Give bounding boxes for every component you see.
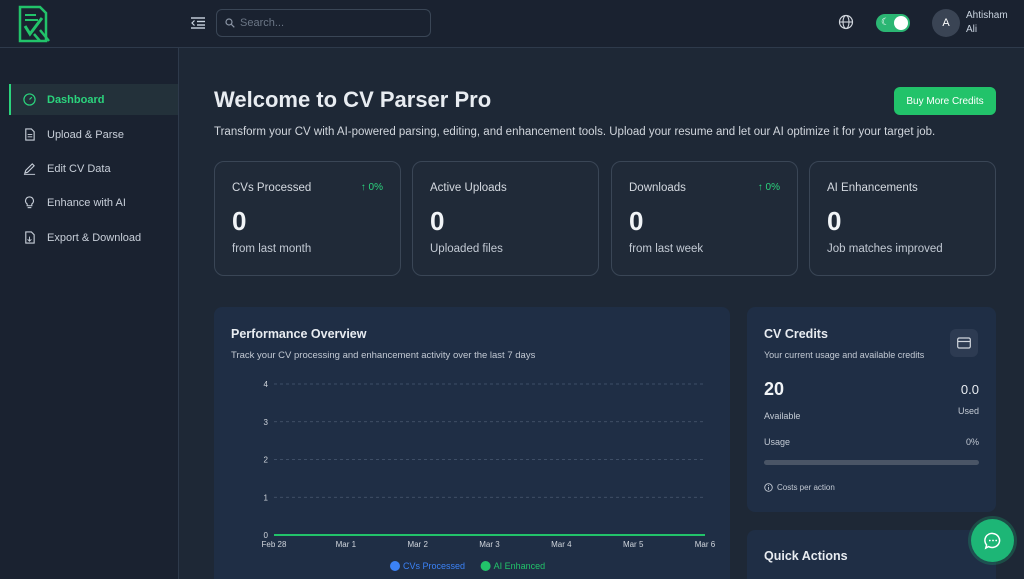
stat-value: 0 <box>430 206 445 236</box>
y-tick-label: 4 <box>264 380 269 389</box>
gauge-icon <box>23 93 36 106</box>
available-credits-label: Available <box>764 411 801 421</box>
costs-per-action-link[interactable]: Costs per action <box>764 483 835 492</box>
x-tick-label: Mar 1 <box>336 540 357 549</box>
y-tick-label: 3 <box>264 418 269 427</box>
chat-bubble-icon <box>983 532 1000 549</box>
lightbulb-icon <box>25 196 34 209</box>
sidebar: Dashboard Upload & Parse Edit CV Data En… <box>0 48 179 579</box>
quick-actions-panel: Quick Actions <box>747 530 996 579</box>
stat-label: CVs Processed <box>232 182 312 194</box>
x-tick-label: Mar 2 <box>407 540 428 549</box>
sidebar-item-enhance-ai[interactable]: Enhance with AI <box>9 187 178 218</box>
stat-card-downloads: Downloads ↑ 0% 0 from last week <box>611 161 798 276</box>
language-globe-icon[interactable] <box>838 14 856 32</box>
y-tick-label: 2 <box>264 456 269 465</box>
app-logo-icon[interactable] <box>16 4 54 44</box>
costs-label: Costs per action <box>777 483 835 492</box>
x-tick-label: Mar 3 <box>479 540 500 549</box>
chat-button[interactable] <box>971 519 1014 562</box>
buy-more-credits-button[interactable]: Buy More Credits <box>894 87 996 115</box>
panel-subtitle: Your current usage and available credits <box>764 350 925 360</box>
search-box[interactable] <box>216 9 431 37</box>
trend-up-badge: ↑ 0% <box>757 182 780 193</box>
top-bar: ☾ A Ahtisham Ali <box>0 0 1024 48</box>
credit-card-icon <box>950 329 978 357</box>
stat-label: Downloads <box>629 182 686 194</box>
usage-progress-bar <box>764 460 979 465</box>
x-tick-label: Feb 28 <box>262 540 287 549</box>
sidebar-item-label: Dashboard <box>47 93 105 106</box>
x-tick-label: Mar 4 <box>551 540 572 549</box>
document-export-icon <box>25 231 35 244</box>
used-credits-value: 0.0 <box>960 382 979 397</box>
trend-value: 0% <box>368 182 383 193</box>
panel-title: CV Credits <box>764 327 828 341</box>
avatar[interactable]: A <box>932 9 960 37</box>
usage-label: Usage <box>764 437 791 447</box>
panel-title: Quick Actions <box>764 549 848 563</box>
stat-card-cvs-processed: CVs Processed ↑ 0% 0 from last month <box>214 161 401 276</box>
moon-icon: ☾ <box>881 17 890 28</box>
sidebar-item-export-download[interactable]: Export & Download <box>9 222 178 253</box>
legend-marker <box>390 561 400 571</box>
trend-up-badge: ↑ 0% <box>360 182 383 193</box>
usage-percent: 0% <box>965 437 979 447</box>
page-title: Welcome to CV Parser Pro <box>214 87 492 112</box>
stat-label: Active Uploads <box>430 182 507 194</box>
cv-credits-panel: CV Credits Your current usage and availa… <box>747 307 996 512</box>
sidebar-item-label: Enhance with AI <box>47 196 126 209</box>
page-subtitle: Transform your CV with AI-powered parsin… <box>214 126 936 138</box>
theme-toggle[interactable]: ☾ <box>876 14 910 32</box>
user-name[interactable]: Ahtisham Ali <box>966 9 1018 37</box>
stat-value: 0 <box>232 206 247 236</box>
used-credits-label: Used <box>957 406 979 416</box>
sidebar-item-label: Export & Download <box>47 231 142 244</box>
sidebar-item-dashboard[interactable]: Dashboard <box>9 84 178 115</box>
performance-panel: Performance Overview Track your CV proce… <box>214 307 730 579</box>
sidebar-item-edit-cv-data[interactable]: Edit CV Data <box>9 153 178 184</box>
stat-note: Job matches improved <box>827 243 943 255</box>
x-tick-label: Mar 6 <box>695 540 716 549</box>
legend-label: CVs Processed <box>403 561 465 571</box>
sidebar-item-label: Edit CV Data <box>47 162 111 175</box>
y-tick-label: 0 <box>264 531 269 540</box>
stat-value: 0 <box>827 206 842 236</box>
sidebar-collapse-icon[interactable] <box>188 13 208 33</box>
file-icon <box>25 128 35 141</box>
available-credits-value: 20 <box>764 379 785 399</box>
stat-card-ai-enhancements: AI Enhancements 0 Job matches improved <box>809 161 996 276</box>
sidebar-item-label: Upload & Parse <box>47 128 125 141</box>
y-tick-label: 1 <box>264 493 269 502</box>
stat-note: from last week <box>629 243 704 255</box>
info-icon <box>764 483 773 492</box>
toggle-knob <box>894 16 908 30</box>
legend-label: AI Enhanced <box>494 561 546 571</box>
sidebar-item-upload-parse[interactable]: Upload & Parse <box>9 119 178 150</box>
pencil-icon <box>23 163 36 175</box>
stat-value: 0 <box>629 206 644 236</box>
performance-chart: 0 1 2 3 4 Feb 28 Mar 1 Mar 2 Mar 3 Mar 4 Mar 5 Mar … <box>262 380 716 571</box>
stat-card-active-uploads: Active Uploads 0 Uploaded files <box>412 161 599 276</box>
stat-note: from last month <box>232 243 312 255</box>
stat-label: AI Enhancements <box>827 182 918 194</box>
x-tick-label: Mar 5 <box>623 540 644 549</box>
search-input[interactable] <box>240 17 420 29</box>
trend-value: 0% <box>765 182 780 193</box>
search-icon <box>225 18 235 28</box>
stat-note: Uploaded files <box>430 243 503 255</box>
legend-marker <box>480 561 491 571</box>
